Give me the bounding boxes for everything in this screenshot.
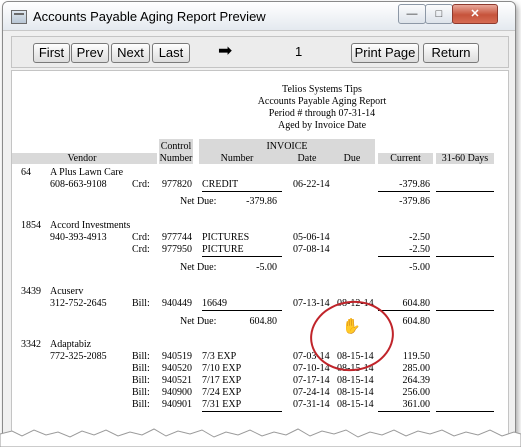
line-number: 7/10 EXP — [202, 363, 242, 374]
line-type: Bill: — [132, 351, 150, 362]
title-bar[interactable]: Accounts Payable Aging Report Preview — … — [3, 2, 515, 31]
line-type: Crd: — [132, 232, 150, 243]
line-number: 16649 — [202, 298, 227, 309]
net-due-amount: -379.86 — [246, 196, 277, 207]
app-window-icon — [11, 10, 27, 24]
arrow-right-icon: ➡ — [218, 41, 233, 60]
line-current: 285.00 — [402, 363, 431, 374]
line-current: 604.80 — [402, 298, 431, 309]
line-number: 7/24 EXP — [202, 387, 242, 398]
line-type: Bill: — [132, 363, 150, 374]
page-number: 1 — [295, 44, 303, 59]
net-due-label: Net Due: — [180, 316, 217, 327]
vendor-id: 3439 — [21, 286, 41, 297]
line-current: 256.00 — [402, 387, 431, 398]
vendor-phone: 940-393-4913 — [50, 232, 107, 243]
header-date: Date — [297, 153, 317, 164]
line-control: 940449 — [162, 298, 192, 309]
torn-edge — [0, 428, 521, 447]
line-type: Bill: — [132, 375, 150, 386]
minimize-button[interactable]: — — [398, 4, 426, 24]
header-due: Due — [343, 153, 361, 164]
line-current: 361.00 — [402, 399, 431, 410]
line-date: 06-22-14 — [293, 179, 330, 190]
header-vendor: Vendor — [67, 153, 97, 164]
line-due: 08-15-14 — [337, 399, 374, 410]
net-due-current: -379.86 — [399, 196, 430, 207]
line-control: 940900 — [162, 387, 192, 398]
line-control: 940520 — [162, 363, 192, 374]
last-button[interactable]: Last — [152, 43, 190, 63]
report-preview-window: Accounts Payable Aging Report Preview — … — [2, 1, 516, 439]
line-number: 7/17 EXP — [202, 375, 242, 386]
line-date: 07-31-14 — [293, 399, 330, 410]
line-current: 264.39 — [402, 375, 431, 386]
net-due-amount: -5.00 — [256, 262, 277, 273]
report-title: Accounts Payable Aging Report — [257, 96, 387, 107]
line-date: 07-08-14 — [293, 244, 330, 255]
vendor-id: 1854 — [21, 220, 41, 231]
line-control: 940519 — [162, 351, 192, 362]
header-control: Control — [160, 141, 192, 152]
report-page: Telios Systems Tips Accounts Payable Agi… — [11, 70, 509, 438]
line-current: -2.50 — [409, 244, 430, 255]
line-date: 07-13-14 — [293, 298, 330, 309]
line-control: 977820 — [162, 179, 192, 190]
header-control-number: Number — [159, 153, 193, 164]
line-type: Crd: — [132, 244, 150, 255]
net-due-label: Net Due: — [180, 262, 217, 273]
net-due-amount: 604.80 — [249, 316, 278, 327]
vendor-name: Adaptabiz — [50, 339, 92, 350]
line-date: 07-24-14 — [293, 387, 330, 398]
line-number: CREDIT — [202, 179, 239, 190]
line-control: 940521 — [162, 375, 192, 386]
net-due-label: Net Due: — [180, 196, 217, 207]
vendor-phone: 312-752-2645 — [50, 298, 107, 309]
line-due: 08-15-14 — [337, 387, 374, 398]
vendor-name: Accord Investments — [50, 220, 131, 231]
maximize-button[interactable]: □ — [425, 4, 453, 24]
report-subtitle: Aged by Invoice Date — [277, 120, 367, 131]
line-type: Bill: — [132, 399, 150, 410]
line-number: 7/3 EXP — [202, 351, 237, 362]
line-control: 940901 — [162, 399, 192, 410]
line-date: 07-10-14 — [293, 363, 330, 374]
close-button[interactable]: ✕ — [452, 4, 498, 24]
vendor-id: 64 — [21, 167, 31, 178]
vendor-id: 3342 — [21, 339, 41, 350]
return-button[interactable]: Return — [423, 43, 479, 63]
vendor-name: A Plus Lawn Care — [50, 167, 124, 178]
report-company: Telios Systems Tips — [282, 84, 362, 95]
window-title: Accounts Payable Aging Report Preview — [33, 9, 266, 24]
line-control: 977744 — [162, 232, 192, 243]
line-due: 08-15-14 — [337, 375, 374, 386]
line-control: 977950 — [162, 244, 192, 255]
report-period: Period # through 07-31-14 — [268, 108, 376, 119]
line-date: 07-17-14 — [293, 375, 330, 386]
net-due-current: -5.00 — [409, 262, 430, 273]
hand-cursor-icon: ✋ — [342, 319, 361, 335]
vendor-phone: 772-325-2085 — [50, 351, 107, 362]
line-type: Bill: — [132, 387, 150, 398]
navigation-toolbar: First Prev Next Last ➡ 1 Print Page Retu… — [11, 36, 509, 68]
header-31-60-days: 31-60 Days — [441, 153, 489, 164]
first-button[interactable]: First — [33, 43, 70, 63]
line-number: PICTURE — [202, 244, 244, 255]
line-number: PICTURES — [202, 232, 250, 243]
line-type: Crd: — [132, 179, 150, 190]
vendor-phone: 608-663-9108 — [50, 179, 107, 190]
line-current: -2.50 — [409, 232, 430, 243]
line-date: 05-06-14 — [293, 232, 330, 243]
prev-button[interactable]: Prev — [71, 43, 109, 63]
header-number: Number — [220, 153, 254, 164]
line-number: 7/31 EXP — [202, 399, 242, 410]
print-page-button[interactable]: Print Page — [351, 43, 419, 63]
line-current: -379.86 — [399, 179, 430, 190]
next-button[interactable]: Next — [111, 43, 150, 63]
header-current: Current — [390, 153, 421, 164]
line-type: Bill: — [132, 298, 150, 309]
header-invoice: INVOICE — [266, 141, 308, 152]
vendor-name: Acuserv — [50, 286, 84, 297]
